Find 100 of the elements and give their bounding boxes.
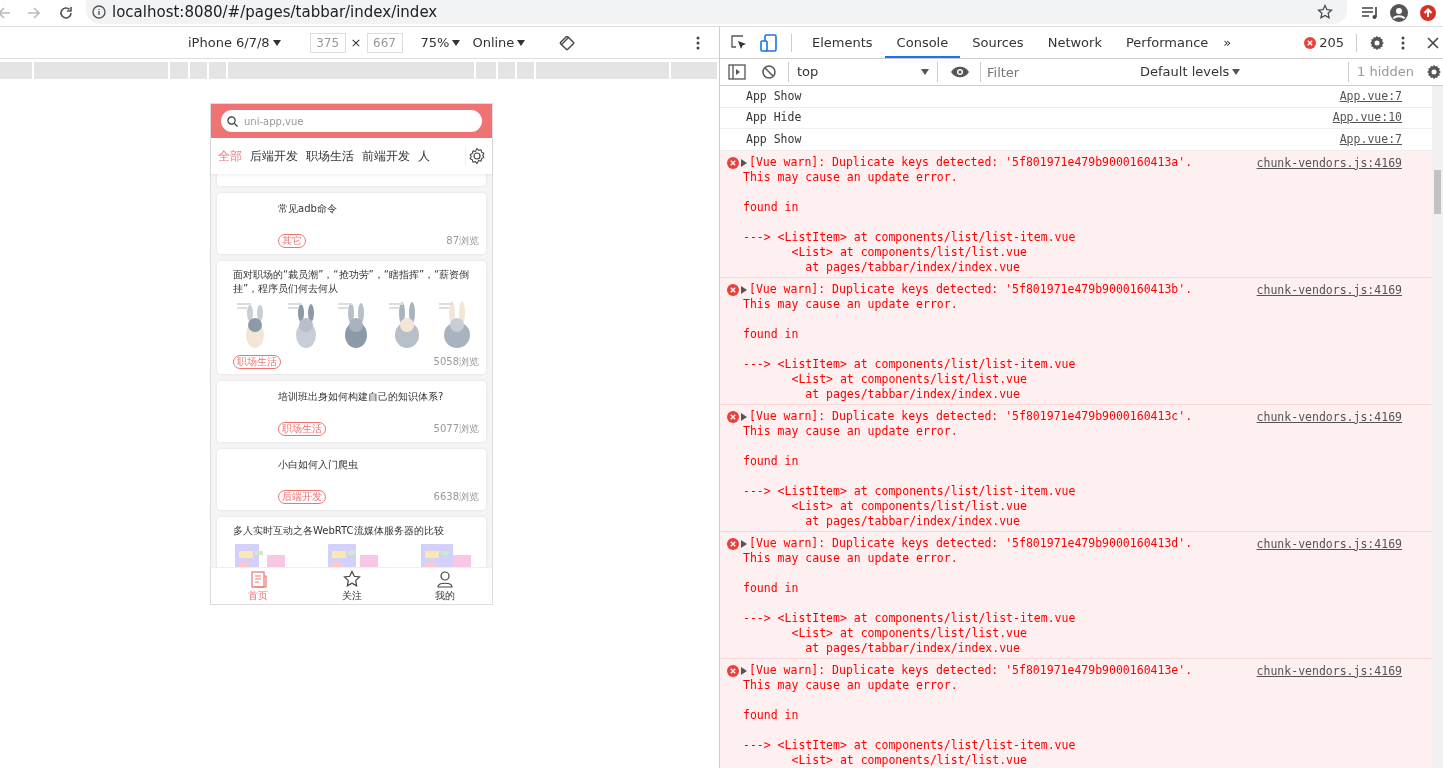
error-text: [Vue warn]: Duplicate keys detected: '5f801971e479b9000160413e'. <box>749 662 1193 678</box>
reload-icon[interactable] <box>58 5 74 21</box>
log-message: App Hide <box>746 109 802 127</box>
playlist-icon[interactable] <box>1361 5 1379 21</box>
tab-bar-item[interactable]: 我的 <box>398 568 492 604</box>
expand-icon[interactable] <box>741 285 747 294</box>
device-dropdown[interactable]: iPhone 6/7/8 <box>188 32 281 53</box>
source-link[interactable]: App.vue:7 <box>1339 87 1432 106</box>
category-tab[interactable]: 后端开发 <box>246 147 302 165</box>
expand-icon[interactable] <box>741 539 747 548</box>
error-text: ---> <ListItem> at components/list/list-item.vue <box>743 610 1076 626</box>
view-count: 6638浏览 <box>433 490 479 504</box>
caret-icon <box>921 69 929 76</box>
clear-icon[interactable] <box>762 65 776 80</box>
error-text: This may cause an update error. <box>743 169 958 185</box>
source-link[interactable]: App.vue:10 <box>1332 109 1432 127</box>
caret-icon <box>272 39 281 46</box>
error-text: [Vue warn]: Duplicate keys detected: '5f801971e479b9000160413b'. <box>749 281 1193 297</box>
caret-icon <box>517 39 526 46</box>
source-link[interactable]: chunk-vendors.js:4169 <box>1256 662 1432 681</box>
tab-bar-item[interactable]: 关注 <box>304 568 399 604</box>
document-icon <box>248 569 267 588</box>
sidebar-icon[interactable] <box>728 64 746 81</box>
zoom-dropdown[interactable]: 75% <box>420 32 461 53</box>
error-text: ---> <ListItem> at components/list/list-item.vue <box>743 229 1076 245</box>
source-link[interactable]: chunk-vendors.js:4169 <box>1256 154 1432 173</box>
error-text: [Vue warn]: Duplicate keys detected: '5f801971e479b9000160413d'. <box>749 535 1193 551</box>
expand-icon[interactable] <box>741 412 747 421</box>
category-tab[interactable]: 前端开发 <box>358 147 414 165</box>
rotate-icon[interactable] <box>559 34 576 51</box>
scrollbar-thumb[interactable] <box>1434 170 1441 215</box>
expand-icon[interactable] <box>741 666 747 675</box>
article-title: 多人实时互动之各WebRTC流媒体服务器的比较 <box>233 524 445 538</box>
error-text: ---> <ListItem> at components/list/list-item.vue <box>743 356 1076 372</box>
more-tabs-button[interactable]: » <box>1223 32 1232 53</box>
context-dropdown[interactable]: top <box>788 62 938 82</box>
eye-icon[interactable] <box>950 66 970 79</box>
view-count: 5058浏览 <box>433 355 479 369</box>
error-text: at pages/tabbar/index/index.vue <box>804 386 1020 402</box>
settings-icon[interactable] <box>1369 34 1385 51</box>
error-icon <box>1304 36 1317 49</box>
expand-icon[interactable] <box>741 158 747 167</box>
source-link[interactable]: chunk-vendors.js:4169 <box>1256 408 1432 427</box>
error-text: found in <box>743 580 799 596</box>
error-text: This may cause an update error. <box>743 296 958 312</box>
error-text: This may cause an update error. <box>743 677 958 693</box>
error-icon <box>727 156 739 169</box>
error-text: found in <box>743 707 799 723</box>
category-tab[interactable]: 人 <box>414 147 434 165</box>
error-counter[interactable]: 205 <box>1304 32 1344 53</box>
search-placeholder: uni-app,vue <box>244 114 304 129</box>
star-icon[interactable] <box>1317 4 1333 20</box>
devtools-tab[interactable]: Performance <box>1113 27 1221 58</box>
throttle-dropdown[interactable]: Online <box>472 32 526 53</box>
caret-icon <box>1232 69 1241 76</box>
error-text: <List> at components/list/list.vue <box>790 498 1027 514</box>
error-text: <List> at components/list/list.vue <box>790 244 1027 260</box>
search-icon <box>227 115 238 127</box>
article-card[interactable]: 培训班出身如何构建自己的知识体系? 职场生活 5077浏览 <box>217 381 486 442</box>
source-link[interactable]: chunk-vendors.js:4169 <box>1256 535 1432 554</box>
article-title: 培训班出身如何构建自己的知识体系? <box>278 390 445 404</box>
devtools-tab[interactable]: Elements <box>800 27 885 58</box>
article-title: 常见adb命令 <box>278 202 338 216</box>
settings-icon[interactable] <box>1426 64 1442 81</box>
devtools-tab[interactable]: Console <box>884 27 961 58</box>
error-icon <box>727 664 739 677</box>
levels-dropdown[interactable]: Default levels <box>1140 62 1241 82</box>
error-text: found in <box>743 199 799 215</box>
error-text: found in <box>743 326 799 342</box>
error-text: at pages/tabbar/index/index.vue <box>804 640 1020 656</box>
account-icon[interactable] <box>1389 3 1409 23</box>
device-toggle-icon[interactable] <box>759 32 779 53</box>
article-card[interactable]: 面对职场的“裁员潮”，“抢功劳”，“瞎指挥”，“薪资倒挂”，程序员们何去何从 职场生活 5058浏览 <box>217 261 486 374</box>
caret-icon <box>452 39 461 46</box>
error-text: [Vue warn]: Duplicate keys detected: '5f801971e479b9000160413c'. <box>749 408 1193 424</box>
settings-icon[interactable] <box>468 147 486 165</box>
star-icon <box>342 569 361 588</box>
close-icon[interactable] <box>1427 36 1439 49</box>
category-tab[interactable]: 职场生活 <box>302 147 358 165</box>
address-bar[interactable]: localhost:8080/#/pages/tabbar/index/index <box>86 0 1347 24</box>
source-link[interactable]: chunk-vendors.js:4169 <box>1256 281 1432 300</box>
article-card[interactable]: 多人实时互动之各WebRTC流媒体服务器的比较 <box>217 517 486 567</box>
more-icon[interactable] <box>696 35 700 50</box>
more-icon[interactable] <box>1401 35 1405 50</box>
error-icon <box>727 410 739 423</box>
update-icon[interactable] <box>1419 4 1437 22</box>
scrollbar[interactable] <box>1432 86 1443 768</box>
log-message: App Show <box>746 130 802 148</box>
source-link[interactable]: App.vue:7 <box>1339 130 1432 149</box>
error-text: <List> at components/list/list.vue <box>790 371 1027 387</box>
error-text: This may cause an update error. <box>743 423 958 439</box>
devtools-tab[interactable]: Sources <box>960 27 1036 58</box>
article-card[interactable]: 常见adb命令 其它 87浏览 <box>217 193 486 254</box>
times-sign: × <box>350 33 362 52</box>
article-card[interactable]: 小白如何入门爬虫 后端开发 6638浏览 <box>217 449 486 510</box>
hidden-count: 1 hidden <box>1348 62 1414 82</box>
url-text: localhost:8080/#/pages/tabbar/index/index <box>112 1 438 23</box>
error-text: <List> at components/list/list.vue <box>790 625 1027 641</box>
person-icon <box>436 569 455 588</box>
devtools-tab[interactable]: Network <box>1035 27 1114 58</box>
